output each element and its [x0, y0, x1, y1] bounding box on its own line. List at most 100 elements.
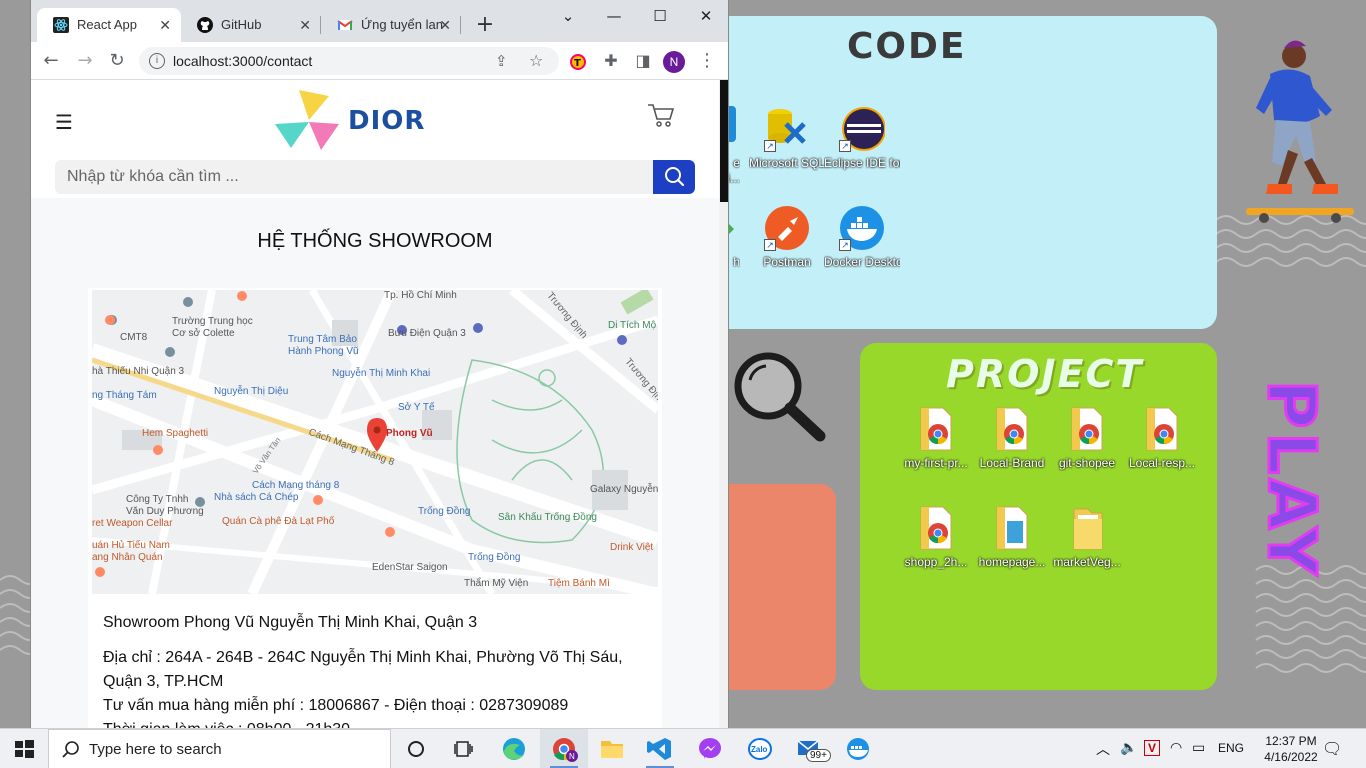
bookmark-star-icon[interactable]: ☆: [529, 47, 543, 75]
taskbar-app-vscode[interactable]: [636, 729, 684, 768]
tab-github[interactable]: GitHub ✕: [181, 8, 321, 42]
taskbar-app-zalo[interactable]: Zalo: [736, 729, 784, 768]
site-info-icon[interactable]: i: [149, 53, 165, 69]
map-label: Hem Spaghetti: [142, 428, 209, 439]
battery-icon[interactable]: ▭: [1192, 739, 1205, 756]
close-icon[interactable]: ✕: [159, 8, 171, 42]
vietkey-v-icon[interactable]: V: [1144, 740, 1160, 756]
desktop-icon-postman[interactable]: ↗ Postman: [749, 205, 825, 270]
edge-icon: [503, 738, 525, 760]
search-button[interactable]: [653, 160, 695, 194]
taskbar-app-mail[interactable]: 99+: [786, 729, 834, 768]
address-bar[interactable]: i localhost:3000/contact ⇪ ☆: [139, 47, 559, 75]
desktop-icon-project[interactable]: git-shopee: [1049, 406, 1125, 471]
close-window-button[interactable]: ✕: [683, 2, 728, 32]
messenger-icon: [699, 738, 721, 759]
desktop-icon-project[interactable]: Local-resp...: [1124, 406, 1200, 471]
close-icon[interactable]: ✕: [439, 8, 451, 42]
map-label: Trường Trung học Cơ sở Colette: [172, 316, 253, 339]
tab-strip: React App ✕ GitHub ✕ Ứng tuyển lan ✕ + ⌄…: [31, 0, 728, 42]
map-label-phong-vu: Phong Vũ: [386, 428, 433, 439]
scrollbar-thumb[interactable]: [720, 80, 728, 202]
chrome-icon: N: [553, 738, 578, 762]
taskbar-search-placeholder: Type here to search: [89, 741, 222, 758]
github-icon: [197, 17, 213, 33]
showroom-card: Tp. Hồ Chí Minh Trường Trung học Cơ sở C…: [88, 288, 662, 728]
svg-text:T: T: [574, 58, 581, 69]
postman-icon: ↗: [764, 205, 810, 251]
desktop-icon-eclipse[interactable]: ↗ Eclipse IDE for Enterpri...: [824, 106, 900, 171]
html-file-icon: [989, 505, 1035, 551]
url-text[interactable]: localhost:3000/contact: [173, 47, 312, 75]
desktop-icon-project[interactable]: Local-Brand: [974, 406, 1050, 471]
clock[interactable]: 12:37 PM 4/16/2022: [1256, 733, 1326, 765]
taskbar-search-box[interactable]: Type here to search: [48, 729, 391, 768]
chevron-up-icon[interactable]: ︿: [1096, 739, 1110, 759]
desktop-icon-label: Local-Brand: [979, 456, 1045, 470]
cortana-button[interactable]: [392, 729, 440, 768]
map-label: Quán Cà phê Đà Lạt Phố: [222, 516, 335, 527]
section-title: HỆ THỐNG SHOWROOM: [257, 230, 493, 252]
back-button[interactable]: ←: [37, 47, 65, 75]
notification-badge: 99+: [806, 749, 831, 762]
tab-separator: [460, 16, 461, 34]
close-icon[interactable]: ✕: [299, 8, 311, 42]
cart-icon[interactable]: [647, 102, 675, 128]
reload-button[interactable]: ↻: [103, 47, 131, 75]
profile-avatar[interactable]: N: [663, 51, 685, 73]
docker-icon: [847, 738, 869, 760]
map-label: Nhà sách Cá Chép: [214, 492, 299, 503]
desktop-icon-project[interactable]: marketVeg...: [1049, 505, 1125, 570]
minimize-button[interactable]: —: [591, 2, 637, 32]
volume-icon[interactable]: 🔈: [1120, 739, 1137, 756]
notifications-icon[interactable]: 🗨: [1322, 739, 1342, 758]
tab-search-chevron-icon[interactable]: ⌄: [545, 2, 591, 32]
product-search-input[interactable]: [55, 160, 653, 194]
start-button[interactable]: [0, 729, 48, 768]
task-view-button[interactable]: [440, 729, 488, 768]
desktop-icon-project[interactable]: homepage...: [974, 505, 1050, 570]
taskbar-app-file-explorer[interactable]: [588, 729, 636, 768]
page-viewport: ☰ DIOR HỆ THỐNG: [31, 80, 719, 728]
taskbar-app-messenger[interactable]: [686, 729, 734, 768]
svg-text:Zalo: Zalo: [751, 745, 768, 754]
language-indicator[interactable]: ENG: [1218, 741, 1244, 755]
map-label: Trống Đồng: [418, 506, 471, 517]
side-panel-icon[interactable]: ◨: [629, 47, 657, 75]
extension-t-icon[interactable]: T: [569, 53, 587, 71]
desktop-icon-sql-server[interactable]: ↗ Microsoft SQL Server ...: [749, 106, 825, 171]
map-label: EdenStar Saigon: [372, 562, 448, 573]
page-scrollbar[interactable]: [719, 80, 728, 728]
desktop-icon-project[interactable]: my-first-pr...: [898, 406, 974, 471]
desktop-icon-label: marketVeg...: [1053, 555, 1121, 569]
showroom-phone: Tư vấn mua hàng miễn phí : 18006867 - Đi…: [103, 697, 569, 714]
chrome-html-icon: [913, 406, 959, 452]
svg-text:N: N: [569, 752, 575, 761]
tab-gmail[interactable]: Ứng tuyển lan ✕: [321, 8, 461, 42]
desktop-icon-project[interactable]: shopp_2h...: [898, 505, 974, 570]
new-tab-button[interactable]: +: [471, 12, 499, 40]
wifi-icon[interactable]: ◠: [1170, 739, 1182, 756]
showroom-address: Địa chỉ : 264A - 264B - 264C Nguyễn Thị …: [103, 649, 623, 690]
docker-icon: ↗: [839, 205, 885, 251]
menu-kebab-icon[interactable]: ⋮: [693, 47, 721, 75]
taskbar-app-edge[interactable]: [490, 729, 538, 768]
taskbar-app-docker[interactable]: [834, 729, 882, 768]
tab-react-app[interactable]: React App ✕: [37, 8, 181, 42]
extensions-puzzle-icon[interactable]: ✚: [597, 47, 625, 75]
share-icon[interactable]: ⇪: [495, 47, 508, 75]
map-label: Công Ty Tnhh Văn Duy Phương: [126, 494, 204, 517]
forward-button[interactable]: →: [71, 47, 99, 75]
taskbar-app-chrome[interactable]: N: [540, 729, 588, 768]
chrome-html-icon: [913, 505, 959, 551]
project-title: PROJECT: [946, 352, 1144, 396]
maximize-button[interactable]: ☐: [637, 2, 683, 32]
brand-name: DIOR: [348, 106, 426, 136]
zalo-icon: Zalo: [748, 738, 772, 760]
brand-logo[interactable]: DIOR: [273, 86, 433, 156]
desktop-icon-docker[interactable]: ↗ Docker Desktop: [824, 205, 900, 270]
map-label: ng Tháng Tám: [92, 390, 157, 401]
browser-toolbar: ← → ↻ i localhost:3000/contact ⇪ ☆ T ✚ ◨…: [31, 42, 728, 80]
hamburger-menu-icon[interactable]: ☰: [55, 110, 73, 134]
showroom-map[interactable]: Tp. Hồ Chí Minh Trường Trung học Cơ sở C…: [92, 290, 658, 594]
